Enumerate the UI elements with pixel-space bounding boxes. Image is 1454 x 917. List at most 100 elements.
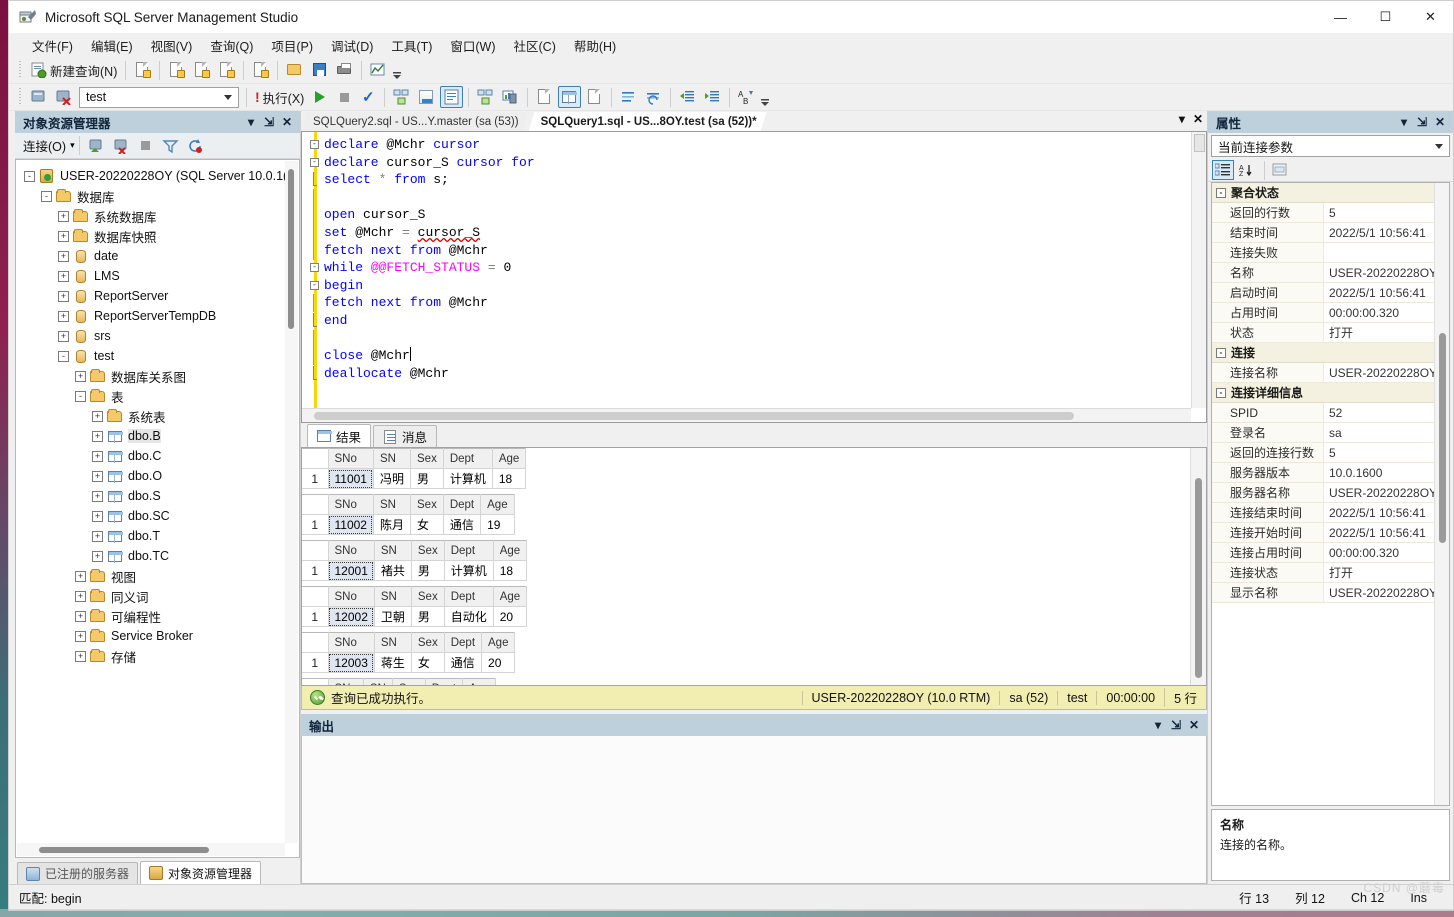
maximize-button[interactable]: ☐ <box>1363 1 1408 33</box>
tree-item-test[interactable]: -test <box>20 346 299 366</box>
output-pane-body[interactable] <box>301 736 1207 884</box>
results-vertical-scrollbar[interactable] <box>1190 448 1206 685</box>
column-header[interactable]: SN <box>373 495 410 515</box>
property-row[interactable]: 服务器版本10.0.1600 <box>1212 463 1449 483</box>
sql-text-editor[interactable]: -declare @Mchr cursor-declare cursor_S c… <box>301 131 1207 423</box>
close-button[interactable]: ✕ <box>1408 1 1453 33</box>
table-row[interactable]: 112002卫朝男自动化20 <box>302 607 527 627</box>
tree-item-[interactable]: +存储 <box>20 646 299 666</box>
properties-object-combo[interactable]: 当前连接参数 <box>1211 135 1450 157</box>
expand-toggle-icon[interactable]: + <box>75 591 86 602</box>
grid-corner[interactable] <box>302 449 328 469</box>
results-to-grid-button[interactable] <box>558 86 581 108</box>
expand-toggle-icon[interactable]: + <box>92 491 103 502</box>
new-query-button[interactable]: 新建查询(N) <box>27 59 120 81</box>
new-mdx-query-button[interactable] <box>165 59 188 81</box>
property-value[interactable]: USER-20220228OY <box>1324 263 1449 282</box>
grid-corner[interactable] <box>302 679 328 686</box>
column-header[interactable]: Age <box>482 633 515 653</box>
column-header[interactable]: Dept <box>444 541 493 561</box>
oe-stop-button[interactable] <box>135 135 157 157</box>
oe-filter-button[interactable] <box>159 135 182 157</box>
close-icon[interactable]: ✕ <box>278 113 296 131</box>
property-value[interactable]: USER-20220228OY ( <box>1324 363 1449 382</box>
sql-code[interactable]: -declare @Mchr cursor-declare cursor_S c… <box>320 132 1206 422</box>
disconnect-button[interactable] <box>52 86 75 108</box>
collapse-toggle-icon[interactable]: - <box>1216 188 1226 198</box>
column-header[interactable]: Dept <box>425 679 462 686</box>
expand-toggle-icon[interactable]: + <box>58 251 69 262</box>
column-header[interactable]: Age <box>493 541 526 561</box>
column-header[interactable]: Sex <box>411 541 444 561</box>
property-value[interactable]: 2022/5/1 10:56:41 <box>1324 223 1449 242</box>
property-row[interactable]: 连接结束时间2022/5/1 10:56:41 <box>1212 503 1449 523</box>
pin-icon[interactable]: ⇲ <box>1413 113 1431 131</box>
alphabetical-sort-button[interactable]: AZ <box>1236 160 1258 180</box>
tree-item-[interactable]: -表 <box>20 386 299 406</box>
grid-cell[interactable]: 自动化 <box>444 607 493 627</box>
collapse-toggle-icon[interactable]: - <box>58 351 69 362</box>
collapse-toggle-icon[interactable]: - <box>1216 348 1226 358</box>
tree-item-[interactable]: +可编程性 <box>20 606 299 626</box>
column-header[interactable]: SN <box>373 449 410 469</box>
tab-messages[interactable]: 消息 <box>373 425 437 447</box>
row-number[interactable]: 1 <box>302 469 328 489</box>
collapse-toggle-icon[interactable]: - <box>75 391 86 402</box>
column-header[interactable]: Dept <box>444 587 493 607</box>
menu-query[interactable]: 查询(Q) <box>201 34 262 57</box>
property-row[interactable]: 返回的连接行数5 <box>1212 443 1449 463</box>
grid-cell[interactable]: 计算机 <box>444 561 493 581</box>
property-row[interactable]: 结束时间2022/5/1 10:56:41 <box>1212 223 1449 243</box>
menu-debug[interactable]: 调试(D) <box>322 34 382 57</box>
property-category[interactable]: -聚合状态 <box>1212 183 1449 203</box>
collapse-toggle-icon[interactable]: - <box>24 171 35 182</box>
connect-button[interactable] <box>27 86 50 108</box>
debug-button[interactable] <box>309 86 331 108</box>
row-number[interactable]: 1 <box>302 607 328 627</box>
column-header[interactable]: Sex <box>392 679 425 686</box>
results-grid-partial[interactable]: SNoSNSexDeptAge <box>302 678 496 685</box>
execute-button[interactable]: ! 执行(X) <box>252 86 307 108</box>
expand-toggle-icon[interactable]: + <box>92 511 103 522</box>
tree-item-date[interactable]: +date <box>20 246 299 266</box>
expand-toggle-icon[interactable]: + <box>75 371 86 382</box>
fold-toggle-icon[interactable]: - <box>310 281 319 290</box>
tab-list-chevron-down-icon[interactable]: ▾ <box>1179 112 1185 126</box>
menu-edit[interactable]: 编辑(E) <box>82 34 142 57</box>
uncomment-button[interactable] <box>642 86 665 108</box>
tree-item-dbo.b[interactable]: +dbo.B <box>20 426 299 446</box>
grid-cell[interactable]: 12002 <box>328 607 374 627</box>
column-header[interactable]: SNo <box>328 587 374 607</box>
tree-item-[interactable]: +数据库关系图 <box>20 366 299 386</box>
categorized-view-button[interactable] <box>1212 160 1234 180</box>
property-row[interactable]: 连接开始时间2022/5/1 10:56:41 <box>1212 523 1449 543</box>
tree-item-[interactable]: -数据库 <box>20 186 299 206</box>
property-value[interactable]: sa <box>1324 423 1449 442</box>
property-value[interactable]: 2022/5/1 10:56:41 <box>1324 503 1449 522</box>
expand-toggle-icon[interactable]: + <box>58 291 69 302</box>
property-row[interactable]: 连接占用时间00:00:00.320 <box>1212 543 1449 563</box>
menu-window[interactable]: 窗口(W) <box>441 34 504 57</box>
results-to-file-button[interactable] <box>533 86 556 108</box>
grid-cell[interactable]: 11001 <box>328 469 373 489</box>
results-grid[interactable]: SNoSNSexDeptAge112002卫朝男自动化20 <box>302 586 527 627</box>
property-value[interactable]: USER-20220228OY <box>1324 483 1449 502</box>
column-header[interactable]: SN <box>374 541 411 561</box>
column-header[interactable]: Sex <box>411 587 444 607</box>
tab-registered-servers[interactable]: 已注册的服务器 <box>17 862 138 884</box>
expand-toggle-icon[interactable]: + <box>75 611 86 622</box>
collapse-toggle-icon[interactable]: - <box>1216 388 1226 398</box>
oe-connect-button[interactable] <box>85 135 108 157</box>
menu-file[interactable]: 文件(F) <box>23 34 82 57</box>
expand-toggle-icon[interactable]: + <box>75 571 86 582</box>
property-value[interactable]: USER-20220228OY <box>1324 583 1449 602</box>
results-to-text-button[interactable] <box>440 86 463 108</box>
display-estimated-plan-button[interactable] <box>390 86 413 108</box>
property-row[interactable]: 状态打开 <box>1212 323 1449 343</box>
menu-tools[interactable]: 工具(T) <box>382 34 441 57</box>
tree-item-dbo.sc[interactable]: +dbo.SC <box>20 506 299 526</box>
column-header[interactable]: Age <box>492 449 525 469</box>
results-grid[interactable]: SNoSNSexDeptAge111001冯明男计算机18 <box>302 448 526 489</box>
new-dmx-query-button[interactable] <box>190 59 213 81</box>
property-value[interactable]: 00:00:00.320 <box>1324 543 1449 562</box>
